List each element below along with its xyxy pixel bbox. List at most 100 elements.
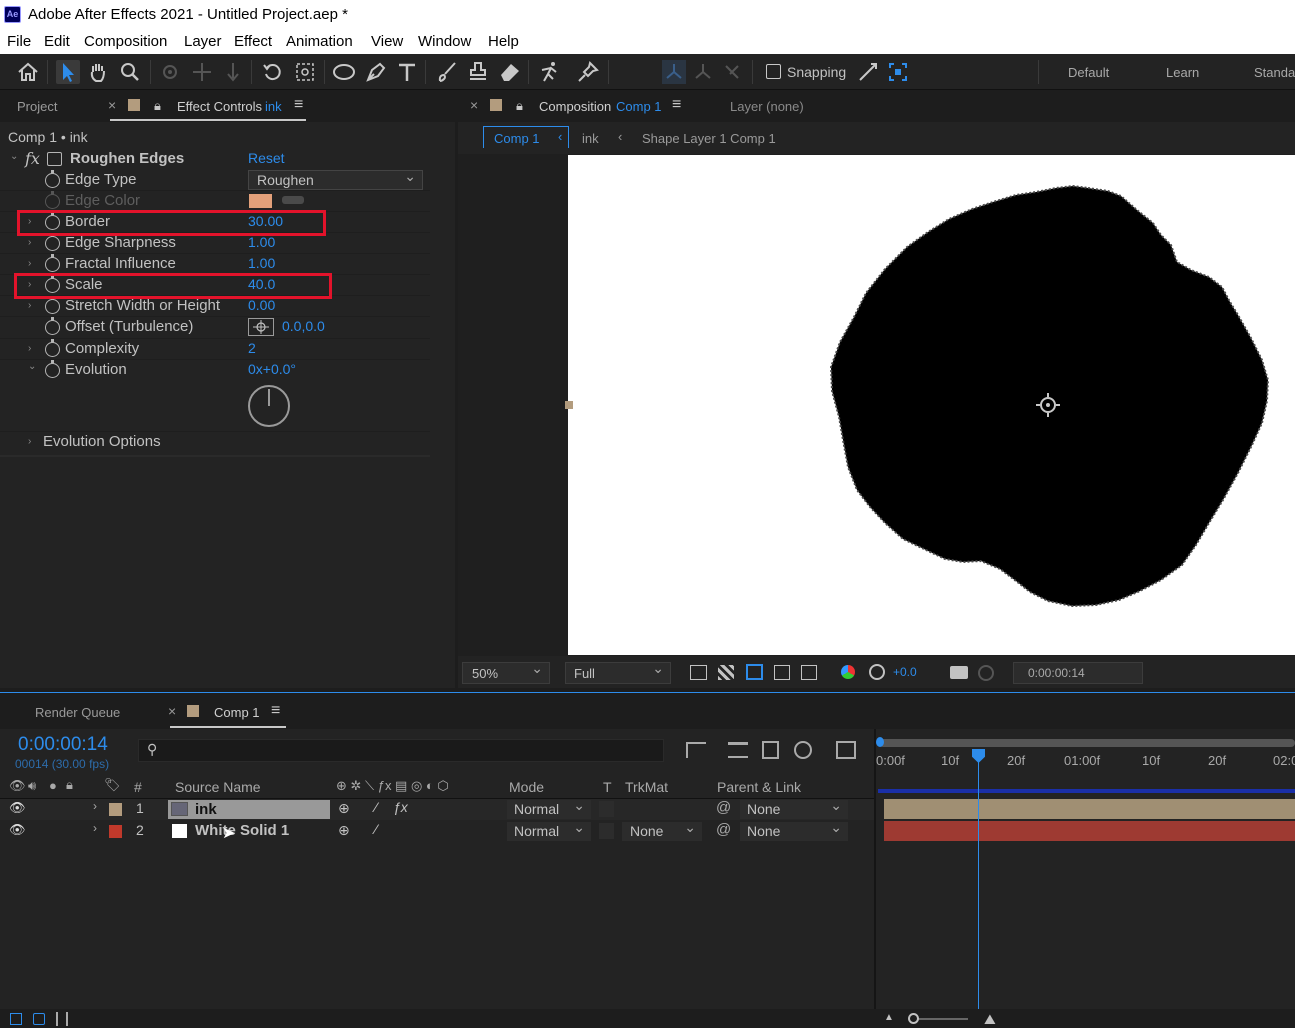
stopwatch-icon[interactable] <box>45 360 60 378</box>
panel-menu-icon[interactable]: ≡ <box>672 96 681 114</box>
crosshair-target-icon[interactable] <box>248 318 274 336</box>
menu-composition[interactable]: Composition <box>84 33 167 50</box>
menu-file[interactable]: File <box>7 33 31 50</box>
lock-icon[interactable]: 🔒︎ <box>154 98 161 114</box>
tab-project[interactable]: Project <box>17 99 57 114</box>
brush-tool-icon[interactable] <box>435 60 459 84</box>
pen-tool-icon[interactable] <box>364 60 388 84</box>
eraser-tool-icon[interactable] <box>498 60 522 84</box>
flow-ink[interactable]: ink <box>582 131 599 146</box>
graph-editor-icon[interactable] <box>836 741 856 759</box>
complexity-value[interactable]: 2 <box>248 340 256 356</box>
layer-label-color[interactable] <box>109 803 122 816</box>
evolution-angle-dial[interactable] <box>248 385 290 427</box>
visibility-eye-icon[interactable]: 👁︎ <box>9 822 26 838</box>
tab-composition[interactable]: Composition <box>539 99 611 114</box>
clone-stamp-tool-icon[interactable] <box>466 60 490 84</box>
menu-layer[interactable]: Layer <box>184 33 222 50</box>
switches-header-icons[interactable]: ⊕ ✲ ⟍ ƒx ▤ ◎ ◐ ⬡ <box>336 778 449 794</box>
playhead-handle[interactable] <box>972 749 985 763</box>
puppet-pin-tool-icon[interactable] <box>576 60 600 84</box>
transfer-controls-toggle-icon[interactable] <box>33 1013 45 1025</box>
close-tab-icon[interactable]: × <box>470 97 478 113</box>
zoom-slider-knob[interactable] <box>908 1013 919 1024</box>
time-graph[interactable]: 0:00f 10f 20f 01:00f 10f 20f 02:0 <box>876 729 1295 1009</box>
expand-chevron-icon[interactable]: › <box>93 799 97 813</box>
expand-chevron-icon[interactable]: › <box>28 237 31 248</box>
fast-previews-icon[interactable] <box>690 665 707 680</box>
layer-row[interactable]: 👁︎ › 1 ink ⊕ ⁄ ƒx Normal @ None <box>0 797 874 820</box>
menu-effect[interactable]: Effect <box>234 33 272 50</box>
prop-evolution-options[interactable]: › Evolution Options <box>0 432 430 455</box>
mode-dropdown[interactable]: Normal <box>507 819 591 841</box>
resolution-dropdown[interactable]: Full <box>565 660 671 684</box>
type-tool-icon[interactable] <box>395 60 419 84</box>
stopwatch-icon[interactable] <box>45 170 60 188</box>
zoom-slider-track[interactable] <box>912 1018 968 1020</box>
tab-effect-controls[interactable]: Effect Controls <box>177 99 262 114</box>
trkmat-dropdown[interactable]: None <box>622 819 702 841</box>
offset-value[interactable]: 0.0,0.0 <box>282 318 325 334</box>
reset-link[interactable]: Reset <box>248 150 285 166</box>
stopwatch-icon[interactable] <box>45 339 60 357</box>
snapshot-camera-icon[interactable] <box>950 666 968 679</box>
mode-dropdown[interactable]: Normal <box>507 797 591 819</box>
flow-comp1[interactable]: Comp 1 <box>483 126 569 148</box>
lock-icon[interactable]: 🔒︎ <box>516 98 523 114</box>
parent-dropdown[interactable]: None <box>740 797 848 819</box>
pan-camera-icon[interactable] <box>190 60 214 84</box>
in-out-toggle-icon[interactable] <box>56 1012 68 1026</box>
zoom-in-icon[interactable]: ⛰︎ <box>984 1011 996 1028</box>
roto-brush-tool-icon[interactable] <box>538 60 562 84</box>
eye-column-icon[interactable]: 👁︎ <box>9 778 26 794</box>
layer-label-color[interactable] <box>109 825 122 838</box>
menu-edit[interactable]: Edit <box>44 33 70 50</box>
preserve-transparency-toggle[interactable] <box>599 823 614 839</box>
exposure-value[interactable]: +0.0 <box>893 665 917 679</box>
snapping-checkbox[interactable] <box>766 64 781 79</box>
label-column-icon[interactable]: 🏷︎ <box>104 777 121 793</box>
world-axis-mode-icon[interactable] <box>691 60 715 84</box>
comp-viewer[interactable] <box>458 154 1295 656</box>
workspace-standard[interactable]: Standa <box>1254 65 1295 80</box>
layer-bar-ink[interactable] <box>884 799 1295 819</box>
comp-mini-flowchart-icon[interactable] <box>686 742 706 758</box>
eyedropper-icon[interactable] <box>282 196 304 204</box>
stopwatch-icon[interactable] <box>45 233 60 251</box>
pick-whip-icon[interactable]: @ <box>716 799 731 816</box>
snap-to-edges-icon[interactable] <box>886 60 910 84</box>
collapse-chevron-icon[interactable]: ⌄ <box>28 361 36 372</box>
work-area-bar[interactable] <box>879 739 1295 747</box>
shy-switch-icon[interactable]: ⊕ <box>338 822 350 839</box>
reset-exposure-icon[interactable] <box>869 664 885 680</box>
tab-comp1[interactable]: Comp 1 <box>214 705 260 720</box>
preserve-transparency-toggle[interactable] <box>599 801 614 817</box>
layer-handle[interactable] <box>565 401 573 409</box>
local-axis-mode-icon[interactable] <box>662 60 686 84</box>
grid-guides-icon[interactable] <box>801 665 817 680</box>
edge-type-dropdown[interactable]: Roughen <box>248 168 423 190</box>
layer-bar-white-solid[interactable] <box>884 821 1295 841</box>
snapping-options-icon[interactable] <box>856 60 880 84</box>
pick-whip-icon[interactable]: @ <box>716 821 731 838</box>
menu-animation[interactable]: Animation <box>286 33 353 50</box>
expand-chevron-icon[interactable]: › <box>28 343 31 354</box>
menu-window[interactable]: Window <box>418 33 471 50</box>
timecode-field[interactable]: 0:00:00:14 <box>1013 662 1143 684</box>
channel-rgb-icon[interactable] <box>841 665 855 679</box>
shy-layers-icon[interactable] <box>728 742 748 758</box>
panel-menu-icon[interactable]: ≡ <box>271 702 280 720</box>
frame-blending-icon[interactable] <box>762 741 779 759</box>
menu-view[interactable]: View <box>371 33 403 50</box>
source-name-header[interactable]: Source Name <box>175 779 261 795</box>
orbit-camera-icon[interactable] <box>158 60 182 84</box>
view-axis-mode-icon[interactable] <box>720 60 744 84</box>
visibility-eye-icon[interactable]: 👁︎ <box>9 800 26 816</box>
ink-blob-shape[interactable] <box>568 155 1295 655</box>
expand-chevron-icon[interactable]: › <box>28 300 31 311</box>
menu-help[interactable]: Help <box>488 33 519 50</box>
work-area-start-handle[interactable] <box>876 737 884 747</box>
fx-icon[interactable]: fx <box>25 149 40 168</box>
zoom-out-icon[interactable]: ▲ <box>884 1012 894 1023</box>
layer-row[interactable]: 👁︎ › 2 White Solid 1 ⊕ ⁄ Normal None @ N… <box>0 819 874 842</box>
